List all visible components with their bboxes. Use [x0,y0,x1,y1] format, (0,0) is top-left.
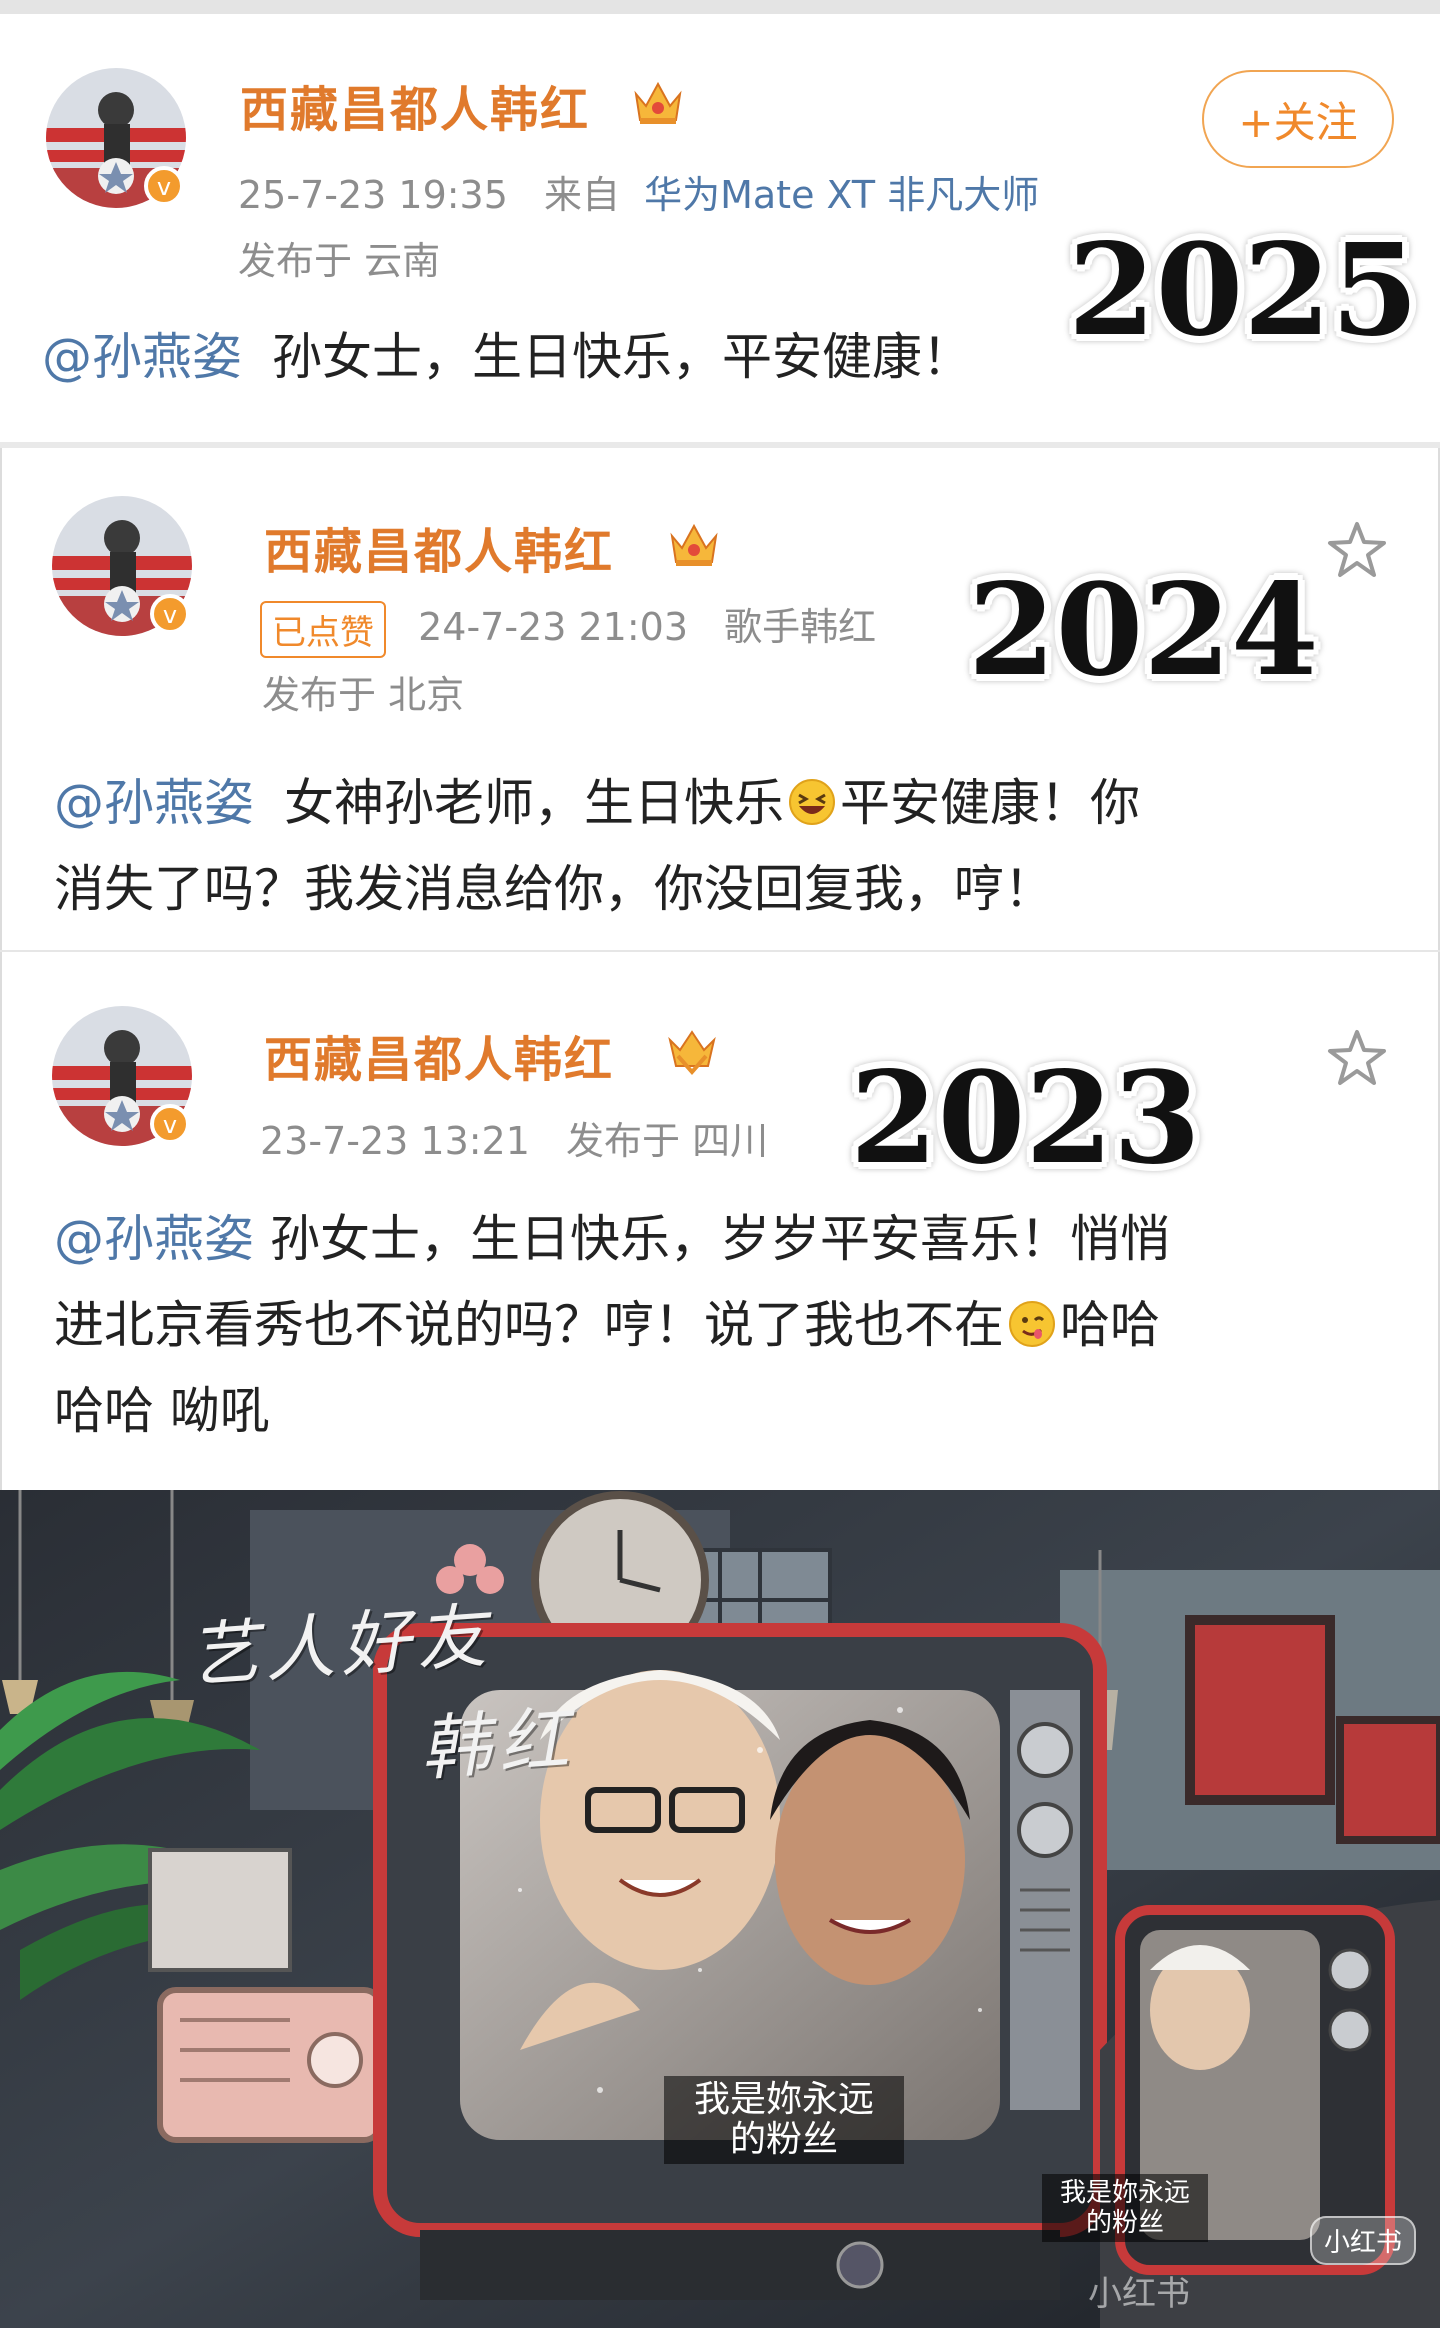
post-timestamp: 23-7-23 13:21 [260,1119,530,1163]
post-text: 进北京看秀也不说的吗？哼！说了我也不在 [54,1296,1004,1354]
screen-caption-small: 我是妳永远 的粉丝 [1042,2174,1208,2242]
post-username[interactable]: 西藏昌都人韩红 [264,512,614,582]
post-source: 歌手韩红 [724,605,877,649]
post-content: @孙燕姿 孙女士，生日快乐，岁岁平安喜乐！悄悄 进北京看秀也不说的吗？哼！说了我也… [54,1196,1170,1454]
source-prefix: 来自 [544,173,621,217]
year-label-2025: 2025 [1068,216,1419,364]
overlay-title: 艺人好友 [185,1594,495,1698]
crown-icon [670,523,718,566]
follow-button[interactable]: +关注 [1202,70,1394,168]
post-meta: 已点赞 24-7-23 21:03 歌手韩红 [260,596,876,658]
avatar[interactable]: v [46,68,196,218]
avatar[interactable]: v [52,1006,202,1156]
post-card-2025: v 西藏昌都人韩红 25-7-23 19:35 来自 华为Mate XT 非凡大… [0,14,1440,442]
post-content: @孙燕姿 孙女士，生日快乐，平安健康！ [42,314,972,400]
mention-link[interactable]: @孙燕姿 [54,774,254,832]
post-text: 平安健康！你 [840,774,1140,832]
post-card-2024: v 西藏昌都人韩红 已点赞 24-7-23 21:03 歌手韩红 发布于 北京 … [0,448,1440,950]
watermark-badge: 小红书 [1310,2216,1417,2265]
post-card-2023: v 西藏昌都人韩红 23-7-23 13:21 发布于 四川 2023 @孙燕姿… [0,952,1440,1490]
post-text: 哈哈 呦吼 [54,1382,270,1440]
liked-badge: 已点赞 [260,601,386,658]
year-label-2023: 2023 [850,1044,1201,1192]
avatar[interactable]: v [52,496,202,646]
post-meta: 23-7-23 13:21 发布于 四川 [260,1110,768,1165]
post-text: 女神孙老师，生日快乐 [284,774,784,832]
svg-text:v: v [157,173,171,201]
drooling-emoji [1009,1301,1055,1347]
svg-text:v: v [163,1111,177,1139]
post-username[interactable]: 西藏昌都人韩红 [240,70,590,140]
top-strip [0,0,1440,14]
stage-photo: 艺人好友 韩红 我是妳永远 的粉丝 我是妳永远 的粉丝 小红书 小红书 [0,1490,1440,2328]
post-location: 发布于 北京 [262,673,465,717]
overlay-subtitle: 韩红 [417,1697,580,1791]
watermark-text: 小红书 [1088,2274,1190,2314]
year-label-2024: 2024 [968,556,1319,704]
post-location: 发布于 云南 [238,239,441,283]
post-timestamp: 25-7-23 19:35 [238,173,508,217]
crown-icon [634,81,682,124]
post-text: 哈哈 [1060,1296,1160,1354]
post-meta: 25-7-23 19:35 来自 华为Mate XT 非凡大师 [238,164,1039,219]
post-content: @孙燕姿 女神孙老师，生日快乐 平安健康！你 消失了吗？我发消息给你，你没回复我，哼… [54,760,1140,932]
star-icon[interactable] [1324,518,1390,584]
post-text: 孙女士，生日快乐，岁岁平安喜乐！悄悄 [270,1210,1170,1268]
post-text: 消失了吗？我发消息给你，你没回复我，哼！ [54,860,1054,918]
post-username[interactable]: 西藏昌都人韩红 [264,1020,614,1090]
post-timestamp: 24-7-23 21:03 [418,605,688,649]
svg-text:v: v [163,601,177,629]
screen-caption: 我是妳永远 的粉丝 [664,2076,904,2164]
laughing-emoji [789,779,835,825]
star-icon[interactable] [1324,1026,1390,1092]
crown-icon [668,1030,716,1076]
post-text: 孙女士，生日快乐，平安健康！ [272,328,972,386]
mention-link[interactable]: @孙燕姿 [42,328,242,386]
post-source[interactable]: 华为Mate XT 非凡大师 [644,173,1039,217]
mention-link[interactable]: @孙燕姿 [54,1210,254,1268]
post-location: 发布于 四川 [566,1119,769,1163]
